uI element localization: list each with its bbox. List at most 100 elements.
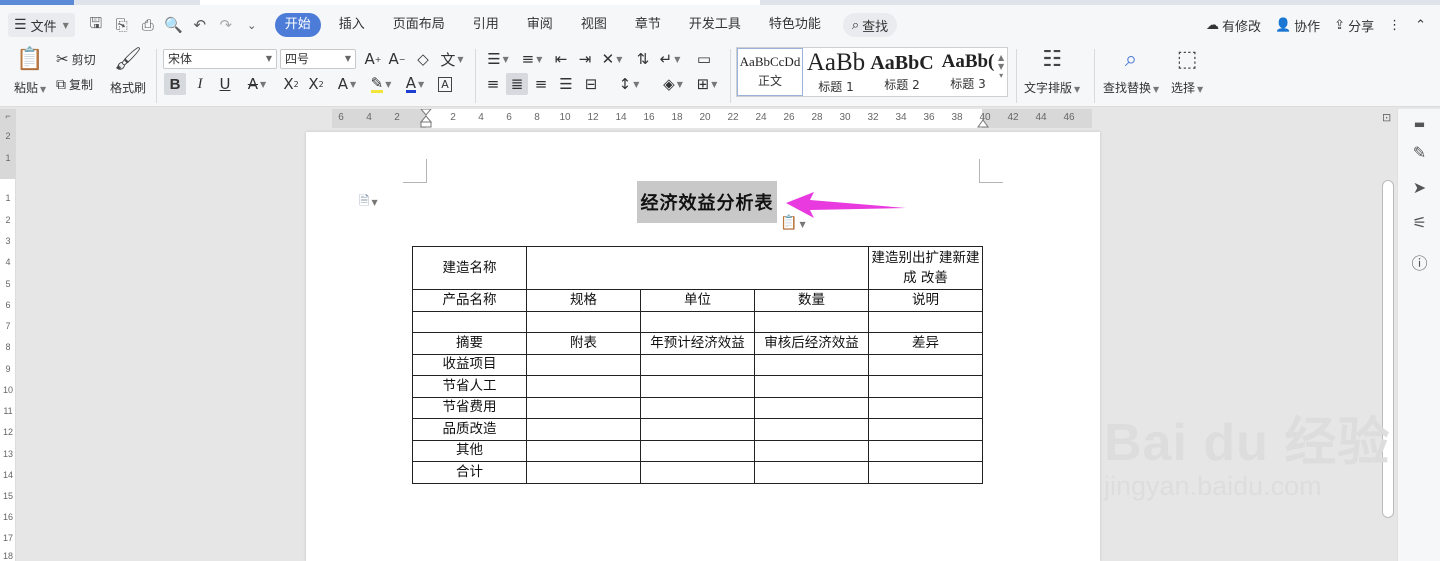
pen-edit-icon[interactable]: ✎	[1398, 143, 1440, 162]
indent-marker-icon[interactable]	[420, 109, 432, 128]
vertical-ruler[interactable]: ⌐ 2 1 1 2 3 4 5 6 7 8 9 10 11 12 13 14 1…	[0, 109, 16, 561]
table-cell[interactable]: 规格	[526, 289, 641, 312]
show-marks-icon[interactable]: ↵ ▼	[656, 48, 684, 70]
table-cell[interactable]	[640, 418, 755, 441]
table-cell[interactable]	[754, 418, 869, 441]
style-normal[interactable]: AaBbCcDd 正文	[737, 48, 803, 96]
table-tools-icon[interactable]: ▭	[690, 48, 718, 70]
table-cell[interactable]	[640, 461, 755, 484]
table-cell[interactable]	[754, 439, 869, 462]
table-cell[interactable]	[526, 246, 869, 290]
character-border-icon[interactable]: A	[434, 73, 456, 95]
borders-icon[interactable]: ⊞ ▼	[692, 73, 722, 95]
tab-section[interactable]: 章节	[621, 13, 675, 37]
sort-icon[interactable]: ⇅	[632, 48, 654, 70]
table-cell[interactable]	[754, 310, 869, 333]
italic-button[interactable]: I	[189, 73, 211, 95]
print-preview-icon[interactable]: 🔍	[163, 16, 185, 34]
table-cell[interactable]: 审核后经济效益	[754, 332, 869, 355]
document-page[interactable]: 🗎 ▼ 经济效益分析表 📋 ▼ 建造名称 建造别出扩建新建成 改善 产品名称 规格 …	[306, 132, 1100, 561]
increase-font-icon[interactable]: A +	[362, 48, 384, 70]
format-painter-button[interactable]: 🖌 格式刷	[110, 49, 146, 96]
table-cell[interactable]: 说明	[868, 289, 983, 312]
more-options-icon[interactable]: ⋮	[1388, 18, 1401, 33]
table-cell[interactable]: 建造别出扩建新建成 改善	[868, 246, 983, 290]
font-size-select[interactable]: 四号 ▼	[280, 49, 356, 69]
style-heading-1[interactable]: AaBb 标题 1	[803, 48, 869, 96]
panel-menu-icon[interactable]: ▬	[1398, 117, 1440, 131]
paste-options-icon[interactable]: 📋 ▼	[780, 215, 806, 231]
table-cell[interactable]	[754, 461, 869, 484]
table-cell[interactable]: 摘要	[412, 332, 527, 355]
style-heading-3[interactable]: AaBb( 标题 3	[935, 48, 1001, 96]
table-cell[interactable]	[868, 439, 983, 462]
table-cell[interactable]	[526, 439, 641, 462]
right-indent-marker-icon[interactable]	[977, 115, 989, 128]
table-cell[interactable]	[640, 396, 755, 419]
copy-button[interactable]: ⧉ 复制	[56, 76, 93, 93]
table-cell[interactable]: 其他	[412, 439, 527, 462]
table-cell[interactable]	[868, 418, 983, 441]
superscript-icon[interactable]: X2	[280, 73, 302, 95]
table-cell[interactable]	[754, 396, 869, 419]
increase-indent-icon[interactable]: ⇥	[574, 48, 596, 70]
justify-icon[interactable]: ☰	[555, 73, 577, 95]
underline-button[interactable]: U	[214, 73, 236, 95]
line-spacing-icon[interactable]: ↕ ▼	[614, 73, 644, 95]
table-cell[interactable]: 差异	[868, 332, 983, 355]
decrease-indent-icon[interactable]: ⇤	[550, 48, 572, 70]
subscript-icon[interactable]: X2	[305, 73, 327, 95]
customize-toolbar-icon[interactable]: ⌄	[241, 19, 263, 32]
table-cell[interactable]	[640, 375, 755, 398]
collapse-ribbon-icon[interactable]: ⌃	[1415, 18, 1426, 33]
cut-button[interactable]: ✂ 剪切	[56, 50, 96, 68]
shading-icon[interactable]: ◈ ▼	[658, 73, 688, 95]
tab-page-layout[interactable]: 页面布局	[379, 13, 459, 37]
table-cell[interactable]: 单位	[640, 289, 755, 312]
text-layout-button[interactable]: ☷ 文字排版 ▼	[1024, 49, 1080, 96]
table-cell[interactable]	[526, 418, 641, 441]
table-cell[interactable]	[868, 375, 983, 398]
table-cell[interactable]	[640, 353, 755, 376]
font-name-select[interactable]: 宋体 ▼	[163, 49, 277, 69]
table-cell[interactable]	[868, 461, 983, 484]
modified-status-button[interactable]: ☁ 有修改	[1206, 16, 1261, 35]
decrease-font-icon[interactable]: A −	[386, 48, 408, 70]
tab-view[interactable]: 视图	[567, 13, 621, 37]
select-button[interactable]: ⬚ 选择 ▼	[1171, 49, 1203, 96]
ruler-toggle-icon[interactable]: ⊡	[1382, 111, 1391, 124]
paragraph-layout-icon[interactable]: 🗎 ▼	[359, 192, 378, 214]
table-cell[interactable]	[868, 396, 983, 419]
redo-icon[interactable]: ↷	[215, 16, 237, 34]
highlight-icon[interactable]: ✎ ▼	[367, 73, 395, 95]
align-center-icon[interactable]: ≣	[506, 73, 528, 95]
table-cell[interactable]: 年预计经济效益	[640, 332, 755, 355]
table-cell[interactable]	[754, 375, 869, 398]
table-cell[interactable]	[868, 353, 983, 376]
table-cell[interactable]	[526, 353, 641, 376]
search-button[interactable]: ⌕ 查找	[842, 13, 898, 37]
tab-insert[interactable]: 插入	[325, 13, 379, 37]
tab-home[interactable]: 开始	[274, 13, 321, 37]
table-cell[interactable]: 合计	[412, 461, 527, 484]
find-replace-button[interactable]: ⌕ 查找替换 ▼	[1103, 49, 1159, 96]
file-menu-button[interactable]: ☰ 文件 ▼	[8, 13, 75, 37]
table-cell[interactable]: 附表	[526, 332, 641, 355]
table-cell[interactable]	[868, 310, 983, 333]
tab-developer[interactable]: 开发工具	[675, 13, 755, 37]
table-cell[interactable]	[526, 396, 641, 419]
tab-references[interactable]: 引用	[459, 13, 513, 37]
undo-icon[interactable]: ↶	[189, 16, 211, 34]
table-cell[interactable]	[526, 461, 641, 484]
table-cell[interactable]	[412, 310, 527, 333]
save-icon[interactable]: 🖫	[85, 13, 107, 38]
table-cell[interactable]: 节省人工	[412, 375, 527, 398]
font-color-icon[interactable]: A ▼	[401, 73, 429, 95]
table-cell[interactable]: 产品名称	[412, 289, 527, 312]
collaborate-button[interactable]: 👤 协作	[1275, 16, 1320, 35]
table-cell[interactable]	[526, 310, 641, 333]
paste-button[interactable]: 📋 粘贴 ▼	[14, 49, 46, 96]
style-heading-2[interactable]: AaBbC 标题 2	[869, 48, 935, 96]
cursor-select-icon[interactable]: ➤	[1398, 178, 1440, 197]
text-effect-icon[interactable]: A ▼	[333, 73, 361, 95]
